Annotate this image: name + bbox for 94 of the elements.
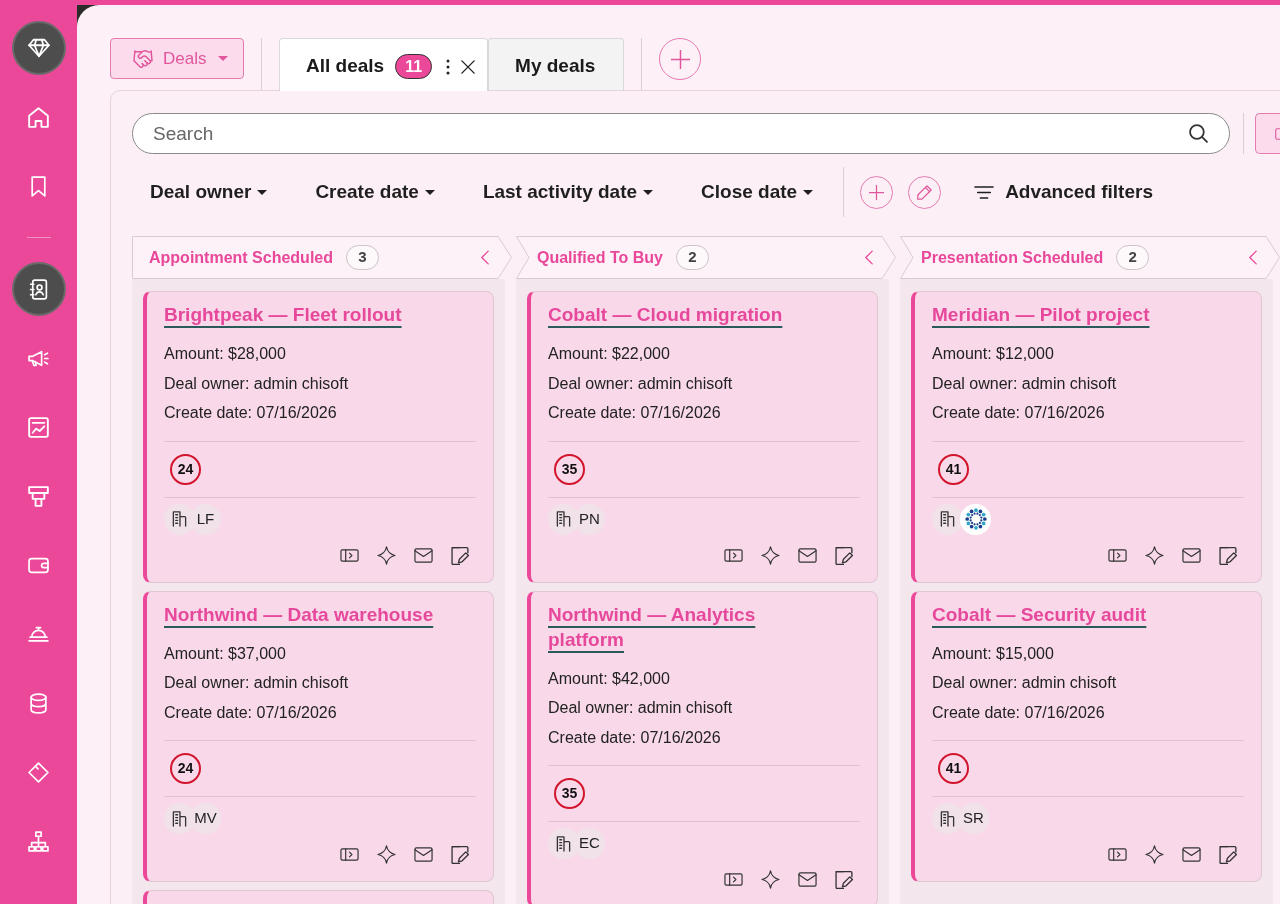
panel-icon[interactable] bbox=[340, 845, 359, 864]
column-title: Qualified To Buy bbox=[537, 247, 663, 268]
mail-icon[interactable] bbox=[1182, 545, 1201, 565]
caret-icon bbox=[257, 189, 268, 195]
initials-avatar: MV bbox=[190, 803, 221, 834]
mail-icon[interactable] bbox=[414, 845, 433, 864]
filter-dropdown[interactable]: Create date bbox=[315, 177, 435, 207]
deal-field: Deal owner: admin chisoft bbox=[548, 693, 860, 723]
chevron-left-icon[interactable] bbox=[481, 250, 489, 265]
mail-icon[interactable] bbox=[798, 545, 817, 565]
bookmark-icon bbox=[28, 175, 49, 197]
deal-field: Create date: 07/16/2026 bbox=[548, 398, 860, 428]
pencil-icon bbox=[917, 184, 933, 200]
deal-field: Create date: 07/16/2026 bbox=[164, 398, 476, 428]
score-indicator: 24 bbox=[170, 753, 201, 784]
filter-dropdown[interactable]: Deal owner bbox=[150, 177, 268, 207]
sidebar-item[interactable] bbox=[11, 262, 66, 316]
panel-icon[interactable] bbox=[1108, 845, 1127, 864]
tab[interactable]: My deals bbox=[488, 38, 625, 90]
tag-icon bbox=[28, 761, 49, 783]
deal-field: Amount: $37,000 bbox=[164, 638, 476, 668]
initials-avatar: LF bbox=[190, 503, 221, 535]
initials-avatar: PN bbox=[574, 503, 605, 535]
column-title: Appointment Scheduled bbox=[149, 247, 333, 268]
deal-field: Deal owner: admin chisoft bbox=[932, 368, 1244, 398]
deal-field: Deal owner: admin chisoft bbox=[164, 368, 476, 398]
deal-field: Amount: $12,000 bbox=[932, 339, 1244, 369]
building-icon bbox=[932, 503, 963, 535]
score-indicator: 41 bbox=[938, 753, 969, 784]
advanced-filters-button[interactable]: Advanced filters bbox=[974, 177, 1153, 207]
report-icon bbox=[28, 416, 49, 438]
deal-field: Deal owner: admin chisoft bbox=[164, 668, 476, 698]
deal-field: Create date: 07/16/2026 bbox=[548, 722, 860, 752]
plus-icon bbox=[670, 49, 690, 69]
sitemap-icon bbox=[28, 830, 49, 852]
close-icon[interactable] bbox=[461, 59, 476, 74]
mail-icon[interactable] bbox=[798, 870, 817, 889]
home-icon bbox=[28, 106, 49, 128]
sparkle-icon[interactable] bbox=[761, 870, 780, 889]
building-icon bbox=[548, 828, 579, 859]
more-icon[interactable] bbox=[446, 58, 451, 75]
deal-field: Create date: 07/16/2026 bbox=[932, 398, 1244, 428]
initials-avatar: SR bbox=[958, 803, 989, 834]
sparkle-icon[interactable] bbox=[761, 545, 780, 565]
caret-icon bbox=[803, 189, 814, 195]
sparkle-icon[interactable] bbox=[1145, 545, 1164, 565]
stack-icon bbox=[28, 485, 49, 507]
edit-icon[interactable] bbox=[835, 545, 854, 565]
filter-dropdown[interactable]: Close date bbox=[701, 177, 814, 207]
sparkle-icon[interactable] bbox=[377, 845, 396, 864]
score-indicator: 35 bbox=[554, 453, 585, 485]
edit-icon[interactable] bbox=[1219, 845, 1238, 864]
handshake-icon bbox=[133, 49, 153, 68]
column-title: Presentation Scheduled bbox=[921, 247, 1104, 268]
edit-icon[interactable] bbox=[451, 545, 470, 565]
database-icon bbox=[28, 692, 49, 714]
mail-icon[interactable] bbox=[1182, 845, 1201, 864]
plus-icon bbox=[869, 184, 885, 200]
deal-field: Deal owner: admin chisoft bbox=[932, 668, 1244, 698]
contact-book-icon bbox=[28, 278, 49, 300]
edit-icon[interactable] bbox=[835, 870, 854, 889]
score-indicator: 24 bbox=[170, 453, 201, 485]
filter-icon bbox=[974, 185, 995, 199]
count-badge: 11 bbox=[395, 54, 433, 79]
caret-icon bbox=[424, 189, 435, 195]
initials-avatar: EC bbox=[574, 828, 605, 859]
deal-field: Amount: $22,000 bbox=[548, 339, 860, 369]
edit-icon[interactable] bbox=[1219, 545, 1238, 565]
search-icon[interactable] bbox=[1189, 124, 1208, 143]
deal-field: Amount: $42,000 bbox=[548, 663, 860, 693]
caret-icon bbox=[218, 56, 229, 61]
building-icon bbox=[548, 503, 579, 535]
search-field[interactable]: Search bbox=[132, 113, 1230, 154]
chevron-left-icon[interactable] bbox=[865, 250, 873, 265]
caret-icon bbox=[643, 189, 654, 195]
deal-field: Amount: $28,000 bbox=[164, 339, 476, 369]
tab[interactable]: All deals 11 bbox=[279, 38, 489, 91]
chevron-left-icon[interactable] bbox=[1249, 250, 1257, 265]
panel-icon[interactable] bbox=[724, 870, 743, 889]
building-icon bbox=[932, 803, 963, 834]
building-icon bbox=[164, 503, 195, 535]
sparkle-icon[interactable] bbox=[377, 545, 396, 565]
score-indicator: 35 bbox=[554, 778, 585, 809]
building-icon bbox=[164, 803, 195, 834]
deal-field: Create date: 07/16/2026 bbox=[164, 697, 476, 727]
deal-field: Create date: 07/16/2026 bbox=[932, 697, 1244, 727]
mail-icon[interactable] bbox=[414, 545, 433, 565]
deal-field: Deal owner: admin chisoft bbox=[548, 368, 860, 398]
dot-ring-icon bbox=[960, 503, 991, 535]
deal-field: Amount: $15,000 bbox=[932, 638, 1244, 668]
filter-dropdown[interactable]: Last activity date bbox=[482, 177, 654, 207]
edit-icon[interactable] bbox=[451, 845, 470, 864]
sparkle-icon[interactable] bbox=[1145, 845, 1164, 864]
score-indicator: 41 bbox=[938, 453, 969, 485]
